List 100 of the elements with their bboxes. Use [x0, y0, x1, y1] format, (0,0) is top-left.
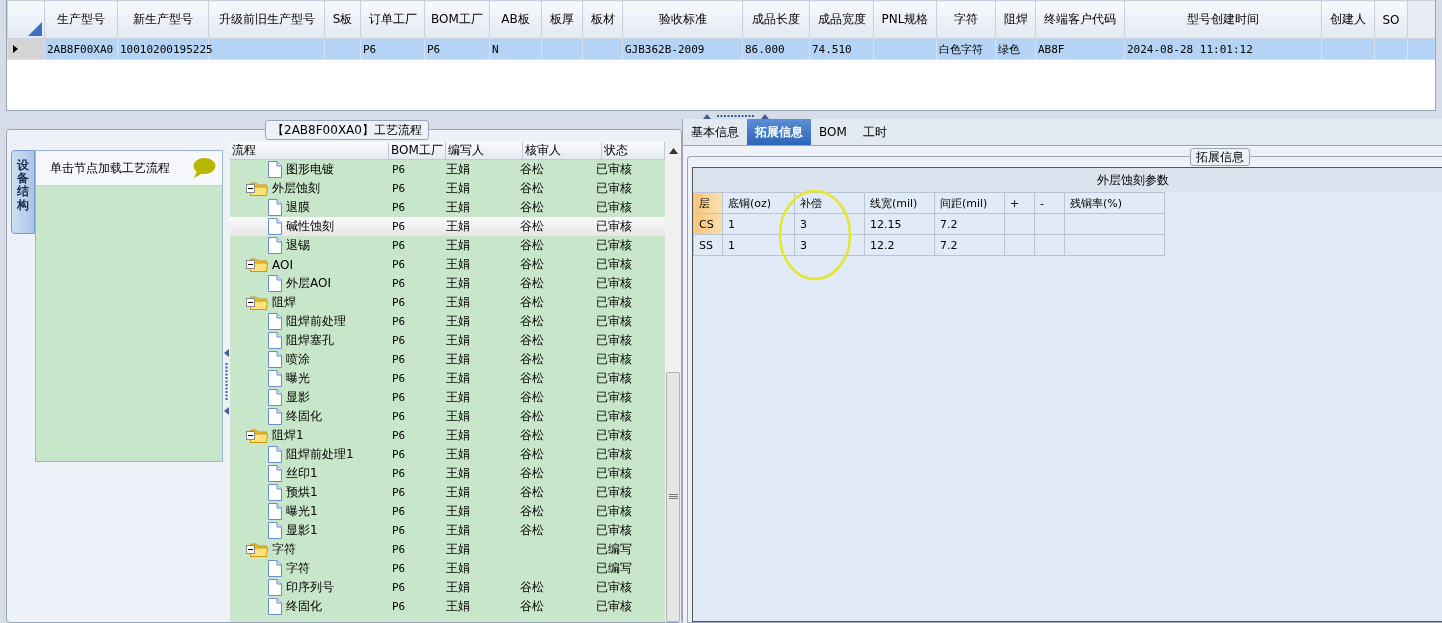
document-icon [268, 199, 282, 216]
column-header[interactable]: 板材 [582, 0, 623, 39]
column-header[interactable]: 阻焊 [995, 0, 1036, 39]
tree-node-label[interactable]: 显影1 [286, 522, 318, 539]
table-cell: 已审核 [596, 371, 632, 385]
column-header[interactable]: SO [1374, 0, 1408, 39]
column-header[interactable]: 新生产型号 [117, 0, 209, 39]
table-cell: 已审核 [596, 257, 632, 271]
tree-node-label[interactable]: 字符 [272, 541, 296, 558]
column-header[interactable]: 成品宽度 [809, 0, 874, 39]
document-icon [268, 313, 282, 330]
tree-node-label[interactable]: 预烘1 [286, 484, 318, 501]
table-cell: 王娟 [446, 580, 470, 594]
column-header[interactable]: 升级前旧生产型号 [208, 0, 325, 39]
tree-node-label[interactable]: 碱性蚀刻 [286, 218, 334, 235]
tree-node-label[interactable]: 显影 [286, 389, 310, 406]
collapse-icon[interactable] [246, 298, 255, 307]
column-header[interactable]: 生产型号 [44, 0, 118, 39]
column-header[interactable]: 验收标准 [622, 0, 743, 39]
table-cell: 已审核 [596, 523, 632, 537]
document-icon [268, 465, 282, 482]
tree-node-label[interactable]: 阻焊前处理 [286, 313, 346, 330]
table-cell: 已审核 [596, 390, 632, 404]
column-header[interactable]: BOM工厂 [389, 142, 446, 159]
collapse-icon[interactable] [246, 545, 255, 554]
column-header[interactable]: 字符 [936, 0, 996, 39]
tree-node-label[interactable]: 曝光1 [286, 503, 318, 520]
column-header[interactable]: + [1004, 192, 1035, 214]
tree-node-label[interactable]: 喷涂 [286, 351, 310, 368]
table-cell: 已审核 [596, 504, 632, 518]
column-header[interactable]: 间距(mil) [934, 192, 1005, 214]
tab[interactable]: BOM [811, 119, 855, 145]
table-cell: P6 [392, 600, 406, 613]
column-header[interactable]: 订单工厂 [360, 0, 425, 39]
collapse-icon[interactable] [246, 431, 255, 440]
column-header[interactable]: S板 [324, 0, 361, 39]
column-header[interactable]: 核审人 [523, 142, 602, 159]
column-header[interactable]: 底铜(oz) [722, 192, 795, 214]
table-cell: 谷松 [520, 200, 544, 214]
column-header[interactable]: 成品长度 [742, 0, 810, 39]
scrollbar[interactable] [665, 142, 681, 622]
column-header[interactable]: 编写人 [446, 142, 523, 159]
column-header[interactable]: 残铜率(%) [1064, 192, 1165, 214]
table-cell: 1 [722, 234, 795, 256]
tree-node-label[interactable]: 退膜 [286, 199, 310, 216]
scroll-up-icon[interactable] [668, 148, 678, 154]
tree-node-label[interactable]: 阻焊 [272, 294, 296, 311]
document-icon [268, 579, 282, 596]
row-pointer-icon [13, 45, 18, 53]
document-icon [268, 389, 282, 406]
table-cell: 谷松 [520, 314, 544, 328]
table-cell: 已审核 [596, 200, 632, 214]
side-tab[interactable]: 设备结构 [11, 150, 35, 234]
document-icon [268, 351, 282, 368]
tab[interactable]: 工时 [854, 119, 895, 145]
column-header[interactable]: - [1034, 192, 1065, 214]
column-header[interactable]: BOM工厂 [424, 0, 490, 39]
tree-node-label[interactable]: 阻焊前处理1 [286, 446, 354, 463]
tree-node-label[interactable]: 外层蚀刻 [272, 180, 320, 197]
table-cell: P6 [392, 448, 406, 461]
tree-node-label[interactable]: 阻焊塞孔 [286, 332, 334, 349]
tree-node-label[interactable]: 终固化 [286, 408, 322, 425]
column-header[interactable]: 线宽(mil) [864, 192, 935, 214]
tree-node-label[interactable]: 退锡 [286, 237, 310, 254]
tree-node-label[interactable]: 丝印1 [286, 465, 318, 482]
document-icon [268, 408, 282, 425]
tree-node-label[interactable]: 阻焊1 [272, 427, 304, 444]
splitter-handle-icon[interactable] [703, 114, 769, 119]
column-header[interactable]: AB板 [489, 0, 542, 39]
splitter-handle-icon[interactable] [224, 349, 229, 415]
tree-node-label[interactable]: 字符 [286, 560, 310, 577]
tree-node-label[interactable]: 图形电镀 [286, 161, 334, 178]
tab[interactable]: 拓展信息 [747, 119, 811, 145]
tree-node-label[interactable]: 曝光 [286, 370, 310, 387]
document-icon [268, 161, 282, 178]
table-cell: 王娟 [446, 200, 470, 214]
table-cell: P6 [392, 239, 406, 252]
table-cell: 王娟 [446, 466, 470, 480]
tab[interactable]: 基本信息 [683, 119, 747, 145]
table-cell: 已审核 [596, 428, 632, 442]
grip-icon [668, 494, 678, 500]
column-header[interactable]: 流程 [230, 142, 389, 159]
tree-node-label[interactable]: 外层AOI [286, 275, 331, 292]
tree-node-label[interactable]: AOI [272, 257, 293, 272]
tree-node-label[interactable]: 终固化 [286, 598, 322, 615]
table-cell: 谷松 [520, 466, 544, 480]
table-cell: SS [693, 234, 723, 256]
column-header[interactable]: 终端客户代码 [1035, 0, 1125, 39]
collapse-icon[interactable] [246, 260, 255, 269]
column-header[interactable]: 型号创建时间 [1124, 0, 1322, 39]
column-header[interactable]: 层 [693, 192, 723, 214]
column-header[interactable]: 创建人 [1321, 0, 1375, 39]
table-cell: 王娟 [446, 523, 470, 537]
column-header[interactable]: PNL规格 [873, 0, 937, 39]
tree-node-label[interactable]: 印序列号 [286, 579, 334, 596]
column-header[interactable]: 板厚 [541, 0, 583, 39]
collapse-icon[interactable] [246, 184, 255, 193]
column-header[interactable]: 补偿 [794, 192, 865, 214]
document-icon [268, 218, 282, 235]
table-cell: CS [693, 213, 723, 235]
